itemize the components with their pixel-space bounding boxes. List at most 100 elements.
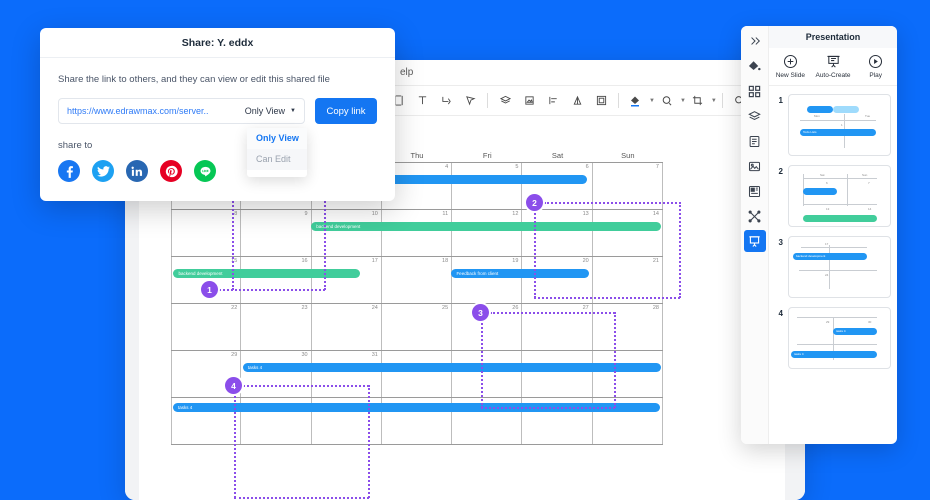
copy-link-button[interactable]: Copy link bbox=[315, 98, 377, 124]
text-icon[interactable] bbox=[410, 89, 434, 113]
calendar-day-cell[interactable]: 19 bbox=[452, 257, 523, 303]
task-bar[interactable]: tasks 4 bbox=[242, 363, 662, 372]
annotation-badge-1[interactable]: 1 bbox=[201, 281, 218, 298]
slide-number: 4 bbox=[778, 309, 783, 318]
annotation-badge-4[interactable]: 4 bbox=[225, 377, 242, 394]
frame-icon[interactable] bbox=[589, 89, 613, 113]
calendar-day-cell[interactable]: 13 bbox=[522, 210, 593, 256]
slide-item[interactable]: 2 Sat Sun 6 7 13 14 bbox=[775, 165, 891, 227]
play-button[interactable]: Play bbox=[854, 54, 897, 79]
slide-thumbnail[interactable]: 17 backend development 24 bbox=[788, 236, 891, 298]
fill-bucket-icon[interactable] bbox=[744, 55, 766, 77]
calendar-day-cell[interactable]: 18 bbox=[382, 257, 453, 303]
share-link-input[interactable]: https://www.edrawmax.com/server.. bbox=[67, 106, 237, 116]
share-dialog: Share: Y. eddx Share the link to others,… bbox=[40, 28, 395, 201]
slide-thumbnail[interactable]: 29 30 tasks 4 tasks 4 bbox=[788, 307, 891, 369]
slide-thumbnail[interactable]: Sat Sun 6 7 13 14 bbox=[788, 165, 891, 227]
calendar-day-cell[interactable]: 14 bbox=[593, 210, 663, 256]
thumb-day-number: 30 bbox=[868, 320, 872, 324]
permission-dropdown[interactable]: Only View ▼ bbox=[237, 106, 296, 116]
annotation-badge-3[interactable]: 3 bbox=[472, 304, 489, 321]
calendar-day-cell[interactable]: 22 bbox=[171, 304, 242, 350]
shuffle-icon[interactable] bbox=[744, 205, 766, 227]
annotation-line bbox=[232, 198, 234, 290]
slide-thumbnail[interactable]: Mon Tue 1 Todo Lists bbox=[788, 94, 891, 156]
new-slide-button[interactable]: New Slide bbox=[769, 54, 812, 79]
day-number: 25 bbox=[442, 305, 449, 311]
calendar-day-cell[interactable] bbox=[452, 351, 523, 397]
calendar-day-cell[interactable]: 31 bbox=[312, 351, 382, 397]
calendar-day-cell[interactable]: 10 bbox=[312, 210, 382, 256]
share-link-box[interactable]: https://www.edrawmax.com/server.. Only V… bbox=[58, 98, 305, 124]
thumb-toggle bbox=[807, 106, 859, 113]
thumb-day-number: 1 bbox=[841, 123, 843, 127]
day-number: 29 bbox=[231, 352, 238, 358]
auto-create-button[interactable]: Auto-Create bbox=[812, 54, 855, 79]
flip-icon[interactable] bbox=[565, 89, 589, 113]
calendar-day-cell[interactable]: 24 bbox=[312, 304, 382, 350]
image-frame-icon[interactable] bbox=[517, 89, 541, 113]
calendar-day-cell[interactable]: 28 bbox=[593, 304, 663, 350]
calendar-day-cell[interactable]: 25 bbox=[382, 304, 453, 350]
annotation-line bbox=[243, 385, 369, 387]
calendar-day-cell[interactable]: 11 bbox=[382, 210, 453, 256]
calendar-day-cell[interactable]: 5 bbox=[452, 163, 523, 209]
annotation-line bbox=[368, 385, 370, 498]
calendar-day-cell[interactable]: 9 bbox=[241, 210, 312, 256]
menu-item-help[interactable]: elp bbox=[400, 67, 413, 78]
task-bar[interactable]: backend development bbox=[311, 222, 661, 231]
pinterest-icon[interactable] bbox=[160, 160, 182, 182]
pointer-icon[interactable] bbox=[458, 89, 482, 113]
layers-icon[interactable] bbox=[493, 89, 517, 113]
chart-icon[interactable] bbox=[744, 180, 766, 202]
share-dialog-description: Share the link to others, and they can v… bbox=[58, 74, 330, 85]
calendar-day-cell[interactable]: 30 bbox=[241, 351, 312, 397]
day-number: 21 bbox=[652, 258, 659, 264]
presentation-icon[interactable] bbox=[743, 230, 766, 252]
thumb-task-label: backend development bbox=[796, 254, 826, 259]
day-number: 9 bbox=[304, 211, 308, 217]
calendar-day-cell[interactable]: 17 bbox=[312, 257, 382, 303]
line-color-icon[interactable] bbox=[655, 89, 679, 113]
linkedin-icon[interactable] bbox=[126, 160, 148, 182]
slide-item[interactable]: 1 Mon Tue 1 Todo Lists bbox=[775, 94, 891, 156]
align-left-icon[interactable] bbox=[541, 89, 565, 113]
toolbar-divider bbox=[618, 93, 619, 108]
chevron-double-right-icon[interactable] bbox=[744, 30, 766, 52]
thumb-day-number: 13 bbox=[826, 207, 830, 211]
grid-icon[interactable] bbox=[744, 80, 766, 102]
layers-icon[interactable] bbox=[744, 105, 766, 127]
calendar-day-cell[interactable] bbox=[593, 351, 663, 397]
connector-icon[interactable] bbox=[434, 89, 458, 113]
line-icon[interactable] bbox=[194, 160, 216, 182]
permission-option-can-edit[interactable]: Can Edit bbox=[247, 149, 307, 170]
chevron-down-icon[interactable]: ▼ bbox=[711, 98, 717, 104]
slide-item[interactable]: 4 29 30 tasks 4 tasks 4 bbox=[775, 307, 891, 369]
social-share-row bbox=[58, 160, 377, 182]
day-number: 10 bbox=[371, 211, 378, 217]
calendar-day-cell[interactable]: 27 bbox=[522, 304, 593, 350]
calendar-day-cell[interactable]: 16 bbox=[241, 257, 312, 303]
facebook-icon[interactable] bbox=[58, 160, 80, 182]
thumb-col-label: Sat bbox=[820, 173, 825, 177]
calendar-day-cell[interactable] bbox=[382, 351, 453, 397]
task-bar[interactable]: backend development bbox=[173, 269, 361, 278]
slide-list[interactable]: 1 Mon Tue 1 Todo Lists 2 Sat Sun 6 7 13 … bbox=[769, 86, 897, 444]
calendar-day-cell[interactable]: 12 bbox=[452, 210, 523, 256]
permission-option-only-view[interactable]: Only View bbox=[247, 128, 307, 149]
picture-icon[interactable] bbox=[744, 155, 766, 177]
calendar-day-cell[interactable] bbox=[522, 351, 593, 397]
slide-item[interactable]: 3 17 backend development 24 bbox=[775, 236, 891, 298]
annotation-badge-2[interactable]: 2 bbox=[526, 194, 543, 211]
thumb-task-bar: Todo Lists bbox=[800, 129, 876, 136]
calendar-day-cell[interactable]: 8 bbox=[171, 210, 242, 256]
task-bar[interactable]: Feedback from client bbox=[451, 269, 590, 278]
permission-dropdown-menu[interactable]: Only View Can Edit bbox=[247, 128, 307, 177]
twitter-icon[interactable] bbox=[92, 160, 114, 182]
crop-icon[interactable] bbox=[686, 89, 710, 113]
fill-color-icon[interactable] bbox=[624, 89, 648, 113]
document-icon[interactable] bbox=[744, 130, 766, 152]
calendar-week-row: tasks 4 bbox=[171, 398, 663, 445]
day-number: 18 bbox=[442, 258, 449, 264]
calendar-day-cell[interactable]: 23 bbox=[241, 304, 312, 350]
